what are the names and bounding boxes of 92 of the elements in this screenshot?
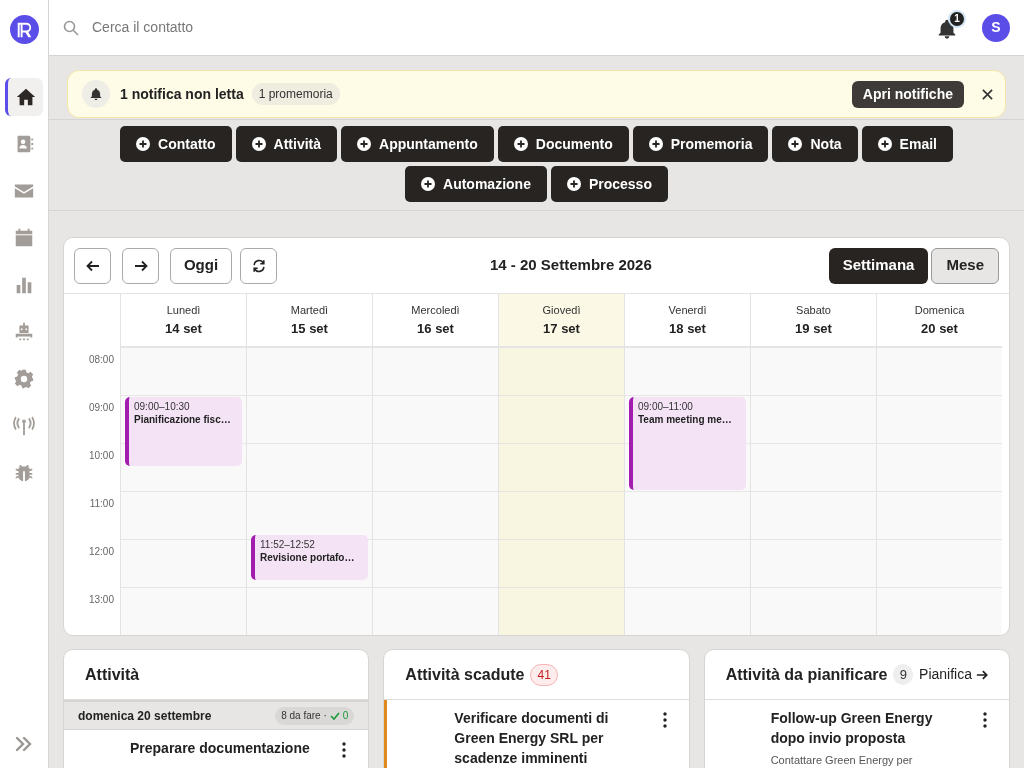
arrow-right-icon <box>976 668 988 681</box>
hour-label: 12:00 <box>88 546 114 557</box>
arrow-left-icon <box>85 258 100 273</box>
quick-action-button[interactable]: Appuntamento <box>341 126 494 162</box>
quick-action-button[interactable]: Promemoria <box>632 126 769 162</box>
date-range: 14 - 20 Settembre 2026 <box>490 255 652 276</box>
panel-title: Attività da pianificare <box>725 664 888 685</box>
day-name: Venerdì <box>668 303 707 318</box>
plus-circle-icon <box>251 137 266 151</box>
day-date: 19 set <box>795 319 832 338</box>
nav-item[interactable] <box>5 78 43 116</box>
robot-icon <box>13 321 35 343</box>
more-icon[interactable] <box>983 712 987 728</box>
day-date: 14 set <box>165 319 202 338</box>
quick-action-button[interactable]: Attività <box>235 126 337 162</box>
refresh-icon <box>251 258 266 273</box>
event-title: Revisione portafo… <box>260 550 356 564</box>
arrow-right-icon <box>133 258 148 273</box>
panel-title: Attività <box>85 664 140 685</box>
event-time: 09:00–10:30 <box>134 400 191 413</box>
task-title[interactable]: Preparare documentazione <box>130 738 315 758</box>
quick-action-button[interactable]: Automazione <box>405 166 547 202</box>
event-time: 09:00–11:00 <box>638 400 694 413</box>
count-badge: 9 <box>893 664 914 685</box>
plus-circle-icon <box>877 137 892 151</box>
quick-action-button[interactable]: Processo <box>550 166 668 202</box>
plus-circle-icon <box>788 137 803 151</box>
quick-action-button[interactable]: Email <box>861 126 953 162</box>
day-date: 15 set <box>291 319 328 338</box>
task-title[interactable]: Verificare documenti di Green Energy SRL per scadenze imminenti <box>454 708 640 768</box>
hour-label: 11:00 <box>89 498 114 509</box>
reminder-badge: 1 promemoria <box>251 83 340 105</box>
todo-badge: 8 da fare · 0 <box>275 706 355 725</box>
banner-title: 1 notifica non letta <box>120 84 244 104</box>
day-name: Mercoledì <box>411 303 460 318</box>
notification-badge: 1 <box>948 9 966 28</box>
day-date: 20 set <box>921 319 958 338</box>
plus-circle-icon <box>513 137 528 151</box>
search-icon <box>63 19 79 36</box>
task-title[interactable]: Follow-up Green Energy dopo invio proposta <box>770 708 956 748</box>
day-name: Lunedì <box>166 303 201 318</box>
calendar-icon <box>13 227 35 249</box>
quick-action-button[interactable]: Nota <box>772 126 858 162</box>
refresh-button[interactable] <box>240 247 277 284</box>
logo-icon <box>9 15 39 44</box>
quick-action-button[interactable]: Documento <box>497 126 629 162</box>
count-badge: 41 <box>530 663 558 686</box>
bug-icon <box>13 462 35 484</box>
calendar-event[interactable]: 11:52–12:52 Revisione portafo… <box>251 534 368 580</box>
antenna-icon <box>13 415 35 437</box>
view-tab[interactable]: Settimana <box>828 247 929 284</box>
home-icon <box>14 86 37 108</box>
plus-circle-icon <box>566 177 581 191</box>
check-icon <box>329 710 340 721</box>
avatar[interactable]: S <box>982 13 1010 42</box>
day-name: Domenica <box>914 303 965 318</box>
hour-label: 13:00 <box>88 594 114 605</box>
event-time: 11:52–12:52 <box>260 537 316 551</box>
calendar-event[interactable]: 09:00–10:30 Pianificazione fisc… <box>125 397 242 466</box>
day-name: Sabato <box>796 303 831 318</box>
more-icon[interactable] <box>662 712 667 728</box>
quick-action-button[interactable]: Contatto <box>120 126 232 162</box>
plus-circle-icon <box>357 137 371 151</box>
task-description: Contattare Green Energy per <box>770 753 914 768</box>
plus-circle-icon <box>648 137 663 151</box>
open-notifications-button[interactable]: Apri notifiche <box>851 80 964 108</box>
event-title: Pianificazione fisc… <box>134 413 232 426</box>
hour-label: 10:00 <box>88 450 114 461</box>
group-date: domenica 20 settembre <box>78 707 212 725</box>
calendar-event[interactable]: 09:00–11:00 Team meeting me… <box>629 397 746 490</box>
day-date: 17 set <box>543 319 580 338</box>
day-name: Martedì <box>290 303 329 318</box>
next-button[interactable] <box>122 247 159 284</box>
day-date: 18 set <box>669 319 706 338</box>
hour-label: 08:00 <box>88 354 114 365</box>
event-title: Team meeting me… <box>638 413 733 426</box>
plus-circle-icon <box>136 137 150 151</box>
hour-label: 09:00 <box>88 402 114 413</box>
panel-title: Attività scadute <box>405 664 525 685</box>
day-name: Giovedì <box>542 303 581 318</box>
view-tab[interactable]: Mese <box>931 247 999 284</box>
today-button[interactable]: Oggi <box>170 247 232 284</box>
day-date: 16 set <box>417 319 454 338</box>
expand-icon[interactable] <box>14 734 34 754</box>
search-field[interactable]: Cerca il contatto <box>92 17 492 38</box>
bell-icon <box>89 87 103 101</box>
more-icon[interactable] <box>342 742 347 758</box>
previous-button[interactable] <box>74 247 111 284</box>
plan-link[interactable]: Pianifica <box>919 664 988 685</box>
plus-circle-icon <box>421 177 436 191</box>
gear-icon <box>13 368 35 390</box>
close-icon[interactable] <box>982 88 993 100</box>
